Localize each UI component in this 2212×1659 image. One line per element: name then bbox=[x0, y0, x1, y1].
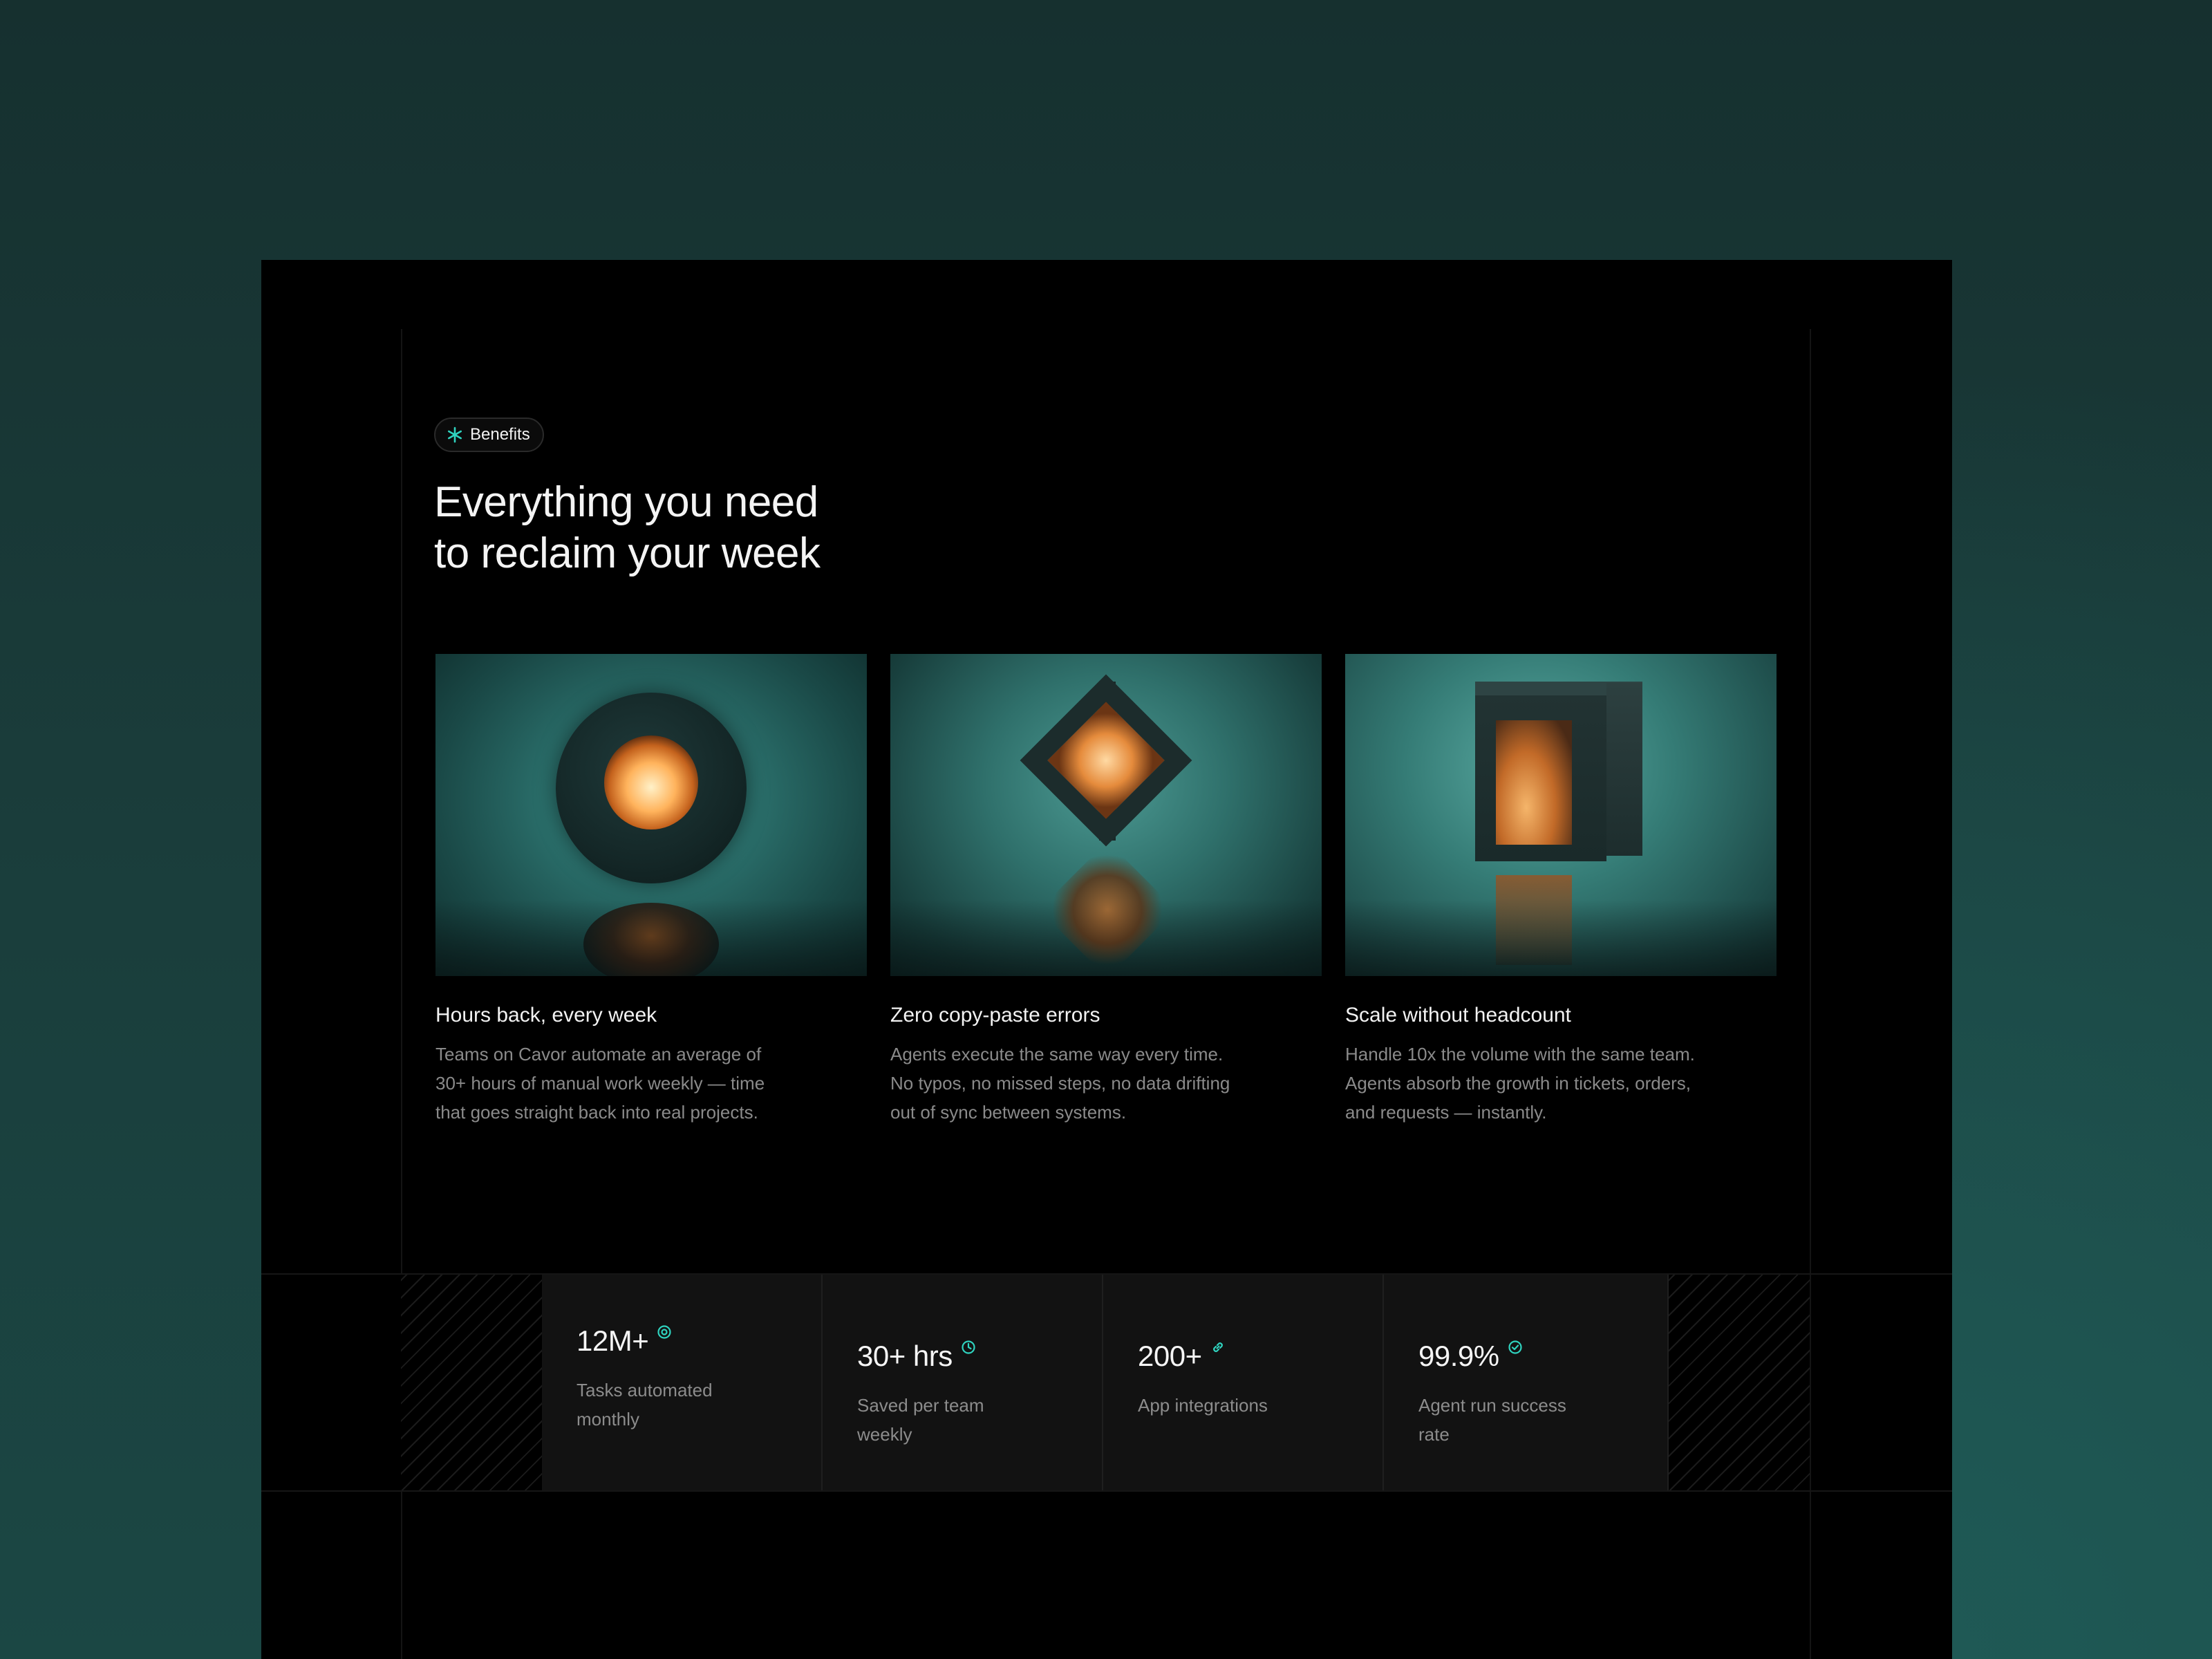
link-icon bbox=[1210, 1340, 1226, 1355]
benefits-badge-label: Benefits bbox=[470, 425, 530, 444]
stat-value: 30+ hrs bbox=[857, 1340, 953, 1372]
stat-integrations: 200+ App integrations bbox=[1103, 1275, 1384, 1490]
check-circle-icon bbox=[1508, 1340, 1523, 1355]
headline-line-1: Everything you need bbox=[434, 478, 818, 526]
target-icon bbox=[657, 1324, 672, 1340]
page-title: Everything you need to reclaim your week bbox=[434, 477, 1056, 579]
benefit-card-scale: Scale without headcount Handle 10x the v… bbox=[1345, 654, 1777, 1127]
stat-value: 99.9% bbox=[1418, 1340, 1499, 1372]
headline-line-2: to reclaim your week bbox=[434, 529, 821, 577]
benefit-card-hours: Hours back, every week Teams on Cavor au… bbox=[435, 654, 867, 1127]
stat-label: Saved per team weekly bbox=[857, 1395, 984, 1445]
stat-tasks: 12M+ Tasks automated monthly bbox=[542, 1275, 823, 1490]
benefits-section: Benefits Everything you need to reclaim … bbox=[261, 260, 1952, 1659]
benefit-card-errors: Zero copy-paste errors Agents execute th… bbox=[890, 654, 1322, 1127]
stat-label: App integrations bbox=[1138, 1395, 1268, 1416]
benefits-badge: Benefits bbox=[434, 418, 544, 452]
diamond-illustration bbox=[890, 654, 1322, 976]
stat-hours: 30+ hrs Saved per team weekly bbox=[823, 1275, 1103, 1490]
cube-illustration bbox=[1345, 654, 1777, 976]
card-title: Hours back, every week bbox=[435, 1004, 657, 1027]
stat-label: Tasks automated monthly bbox=[577, 1380, 713, 1430]
sphere-illustration bbox=[435, 654, 867, 976]
card-description: Teams on Cavor automate an average of 30… bbox=[435, 1044, 765, 1123]
card-title: Zero copy-paste errors bbox=[890, 1004, 1100, 1027]
asterisk-icon bbox=[447, 427, 463, 443]
card-description: Agents execute the same way every time. … bbox=[890, 1044, 1230, 1123]
sphere-shape bbox=[556, 693, 747, 883]
stat-label: Agent run success rate bbox=[1418, 1395, 1566, 1445]
grid-line-bottom bbox=[261, 1490, 1952, 1492]
diamond-shape bbox=[1020, 674, 1192, 847]
hatch-decoration-left bbox=[401, 1275, 542, 1490]
hatch-decoration-right bbox=[1669, 1275, 1810, 1490]
stats-band: 12M+ Tasks automated monthly 30+ hrs Sav… bbox=[261, 1275, 1952, 1490]
card-title: Scale without headcount bbox=[1345, 1004, 1571, 1027]
card-description: Handle 10x the volume with the same team… bbox=[1345, 1044, 1695, 1123]
stat-value: 12M+ bbox=[577, 1324, 649, 1357]
clock-icon bbox=[961, 1340, 976, 1355]
stat-success-rate: 99.9% Agent run success rate bbox=[1384, 1275, 1669, 1490]
stat-value: 200+ bbox=[1138, 1340, 1202, 1372]
